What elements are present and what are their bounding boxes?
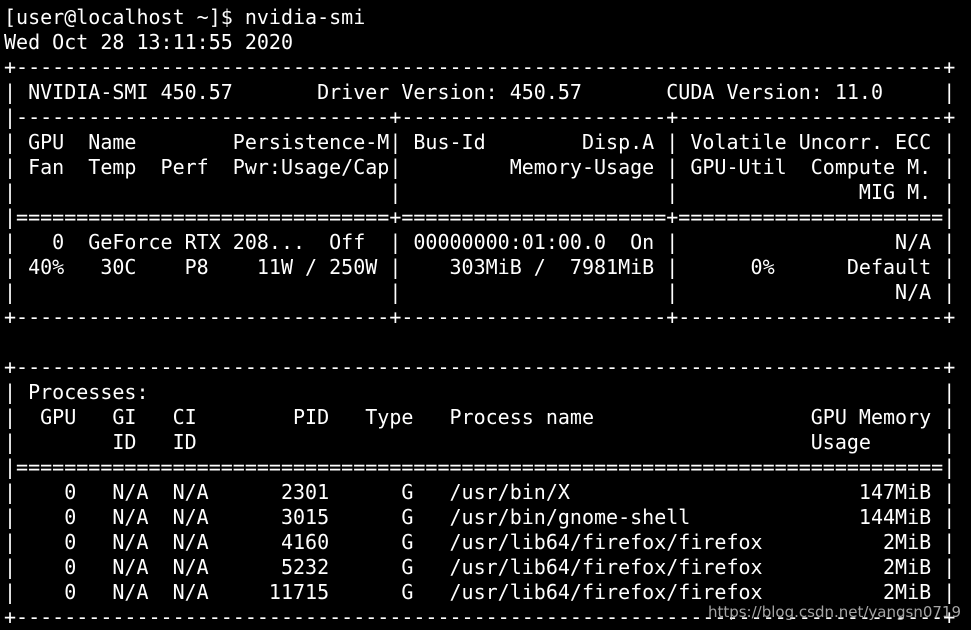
command-prompt-line: [user@localhost ~]$ nvidia-smi [4, 5, 366, 29]
process-row: | 0 N/A N/A 2301 G /usr/bin/X 147MiB | [4, 480, 956, 504]
gpu-header-row-1: | GPU Name Persistence-M| Bus-Id Disp.A … [4, 130, 956, 154]
gpu-data-row-2: | 40% 30C P8 11W / 250W | 303MiB / 7981M… [4, 255, 956, 279]
gpu-header-row-2: | Fan Temp Perf Pwr:Usage/Cap| Memory-Us… [4, 155, 956, 179]
processes-header-row-1: | GPU GI CI PID Type Process name GPU Me… [4, 405, 956, 429]
process-row: | 0 N/A N/A 3015 G /usr/bin/gnome-shell … [4, 505, 956, 529]
processes-title-row: | Processes: | [4, 380, 956, 404]
processes-header-row-2: | ID ID Usage | [4, 430, 956, 454]
watermark-url: https://blog.csdn.net/yangsn0719 [707, 603, 961, 621]
terminal-window[interactable]: [user@localhost ~]$ nvidia-smi Wed Oct 2… [4, 5, 964, 630]
table-header-divider: |=======================================… [4, 455, 956, 479]
table-border-bottom: +-------------------------------+-------… [4, 305, 956, 329]
gpu-header-row-3: | | | MIG M. | [4, 180, 956, 204]
version-row: | NVIDIA-SMI 450.57 Driver Version: 450.… [4, 80, 956, 104]
gpu-summary-table: +---------------------------------------… [4, 55, 964, 330]
table-separator: |-------------------------------+-------… [4, 105, 956, 129]
table-header-divider: |===============================+=======… [4, 205, 956, 229]
gpu-data-row-1: | 0 GeForce RTX 208... Off | 00000000:01… [4, 230, 956, 254]
processes-table: +---------------------------------------… [4, 355, 964, 630]
process-row: | 0 N/A N/A 4160 G /usr/lib64/firefox/fi… [4, 530, 956, 554]
gpu-data-row-3: | | | N/A | [4, 280, 956, 304]
table-border-top: +---------------------------------------… [4, 355, 956, 379]
timestamp-line: Wed Oct 28 13:11:55 2020 [4, 30, 293, 54]
process-row: | 0 N/A N/A 5232 G /usr/lib64/firefox/fi… [4, 555, 956, 579]
process-row: | 0 N/A N/A 11715 G /usr/lib64/firefox/f… [4, 580, 956, 604]
table-border-top: +---------------------------------------… [4, 55, 956, 79]
